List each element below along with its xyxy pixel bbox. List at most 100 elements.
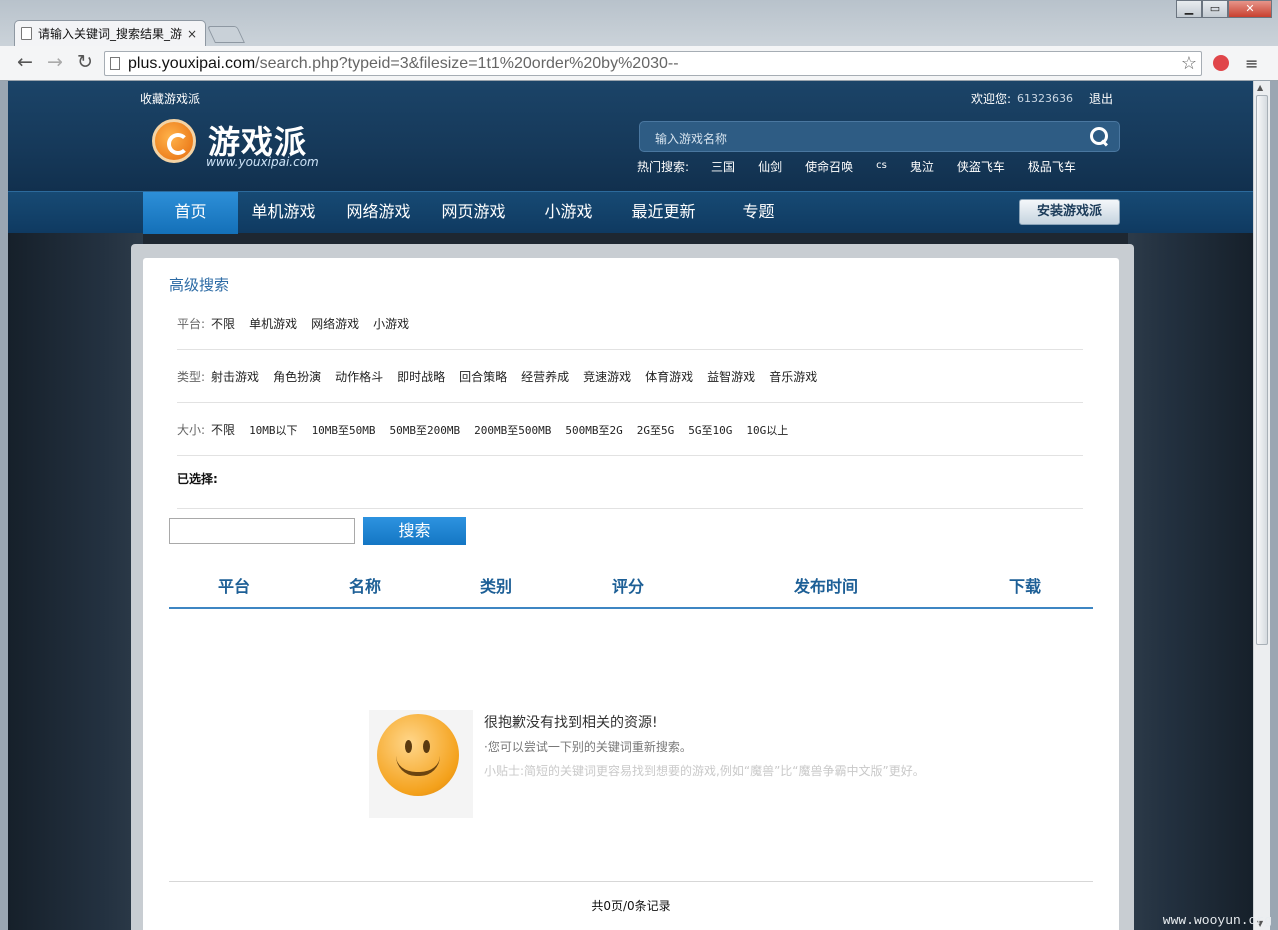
column-header-release-date: 发布时间 xyxy=(794,577,859,596)
logo-icon[interactable] xyxy=(152,119,196,163)
nav-item-mini-games[interactable]: 小游戏 xyxy=(521,192,616,234)
address-bar[interactable]: plus.youxipai.com/search.php?typeid=3&fi… xyxy=(104,51,1202,76)
browser-chrome: 请输入关键词_搜索结果_游 × ▁ ▭ ✕ ← → ↻ plus.youxipa… xyxy=(0,0,1278,81)
search-button[interactable]: 搜索 xyxy=(363,517,466,545)
extension-icon[interactable] xyxy=(1213,55,1229,71)
new-tab-button[interactable] xyxy=(207,26,245,43)
filter-option[interactable]: 单机游戏 xyxy=(249,315,297,332)
watermark: www.wooyun.org xyxy=(1162,913,1272,928)
main-nav: 首页 单机游戏 网络游戏 网页游戏 小游戏 最近更新 专题 安装游戏派 xyxy=(8,191,1253,234)
nav-item-web-games[interactable]: 网页游戏 xyxy=(426,192,521,234)
browser-toolbar: ← → ↻ plus.youxipai.com/search.php?typei… xyxy=(0,46,1278,80)
filter-option[interactable]: 小游戏 xyxy=(373,315,409,332)
site-header: 收藏游戏派 欢迎您: 61323636 退出 游戏派 www.youxipai.… xyxy=(8,81,1253,191)
bookmark-star-icon[interactable]: ☆ xyxy=(1181,53,1197,74)
filter-option[interactable]: 角色扮演 xyxy=(273,368,321,385)
reload-icon[interactable]: ↻ xyxy=(74,53,96,72)
install-button[interactable]: 安装游戏派 xyxy=(1019,199,1120,225)
divider xyxy=(177,402,1083,403)
browser-tab[interactable]: 请输入关键词_搜索结果_游 × xyxy=(14,20,206,46)
web-page: 收藏游戏派 欢迎您: 61323636 退出 游戏派 www.youxipai.… xyxy=(8,81,1253,930)
search-placeholder: 输入游戏名称 xyxy=(655,132,728,146)
user-welcome: 欢迎您: 61323636 退出 xyxy=(971,90,1113,107)
search-icon[interactable] xyxy=(1090,127,1108,145)
filter-option[interactable]: 10MB以下 xyxy=(249,422,298,438)
forward-icon[interactable]: → xyxy=(44,53,66,72)
filter-option[interactable]: 即时战略 xyxy=(397,368,445,385)
user-id[interactable]: 61323636 xyxy=(1017,92,1073,105)
back-icon[interactable]: ← xyxy=(14,53,36,72)
window-frame-left xyxy=(0,81,8,930)
nav-item-topics[interactable]: 专题 xyxy=(711,192,806,234)
filter-option[interactable]: 不限 xyxy=(211,421,235,438)
filter-option[interactable]: 益智游戏 xyxy=(707,368,755,385)
filter-option[interactable]: 200MB至500MB xyxy=(474,422,551,438)
window-frame-right xyxy=(1270,81,1278,930)
filter-option[interactable]: 50MB至200MB xyxy=(390,422,461,438)
vertical-scrollbar[interactable]: ▲ ▼ xyxy=(1253,81,1270,930)
logout-link[interactable]: 退出 xyxy=(1089,90,1113,107)
nav-item-recent[interactable]: 最近更新 xyxy=(616,192,711,234)
divider xyxy=(177,508,1083,509)
url-path: /search.php?typeid=3&filesize=1t1%20orde… xyxy=(255,54,679,72)
filter-option[interactable]: 音乐游戏 xyxy=(769,368,817,385)
welcome-label: 欢迎您: xyxy=(970,92,1011,106)
scrollbar-thumb[interactable] xyxy=(1256,95,1268,645)
hot-search-item[interactable]: 仙剑 xyxy=(758,158,782,175)
filter-label: 平台: xyxy=(177,317,206,331)
no-results-tip: 小贴士:简短的关键词更容易找到想要的游戏,例如“魔兽”比“魔兽争霸中文版”更好。 xyxy=(484,764,925,778)
background-decoration xyxy=(8,233,143,930)
hot-search-item[interactable]: cs xyxy=(876,158,887,175)
nav-item-online-games[interactable]: 网络游戏 xyxy=(331,192,426,234)
hot-search-item[interactable]: 鬼泣 xyxy=(910,158,934,175)
hot-search-item[interactable]: 使命召唤 xyxy=(805,158,853,175)
platform-filter: 平台: 不限 单机游戏 网络游戏 小游戏 xyxy=(177,315,1083,332)
maximize-button[interactable]: ▭ xyxy=(1202,0,1228,18)
search-panel: 高级搜索 平台: 不限 单机游戏 网络游戏 小游戏 类型: 射击游戏 角色扮演 … xyxy=(143,258,1119,930)
filter-option[interactable]: 体育游戏 xyxy=(645,368,693,385)
hot-searches: 热门搜索: 三国 仙剑 使命召唤 cs 鬼泣 侠盗飞车 极品飞车 xyxy=(637,158,1099,175)
page-icon xyxy=(110,57,120,70)
hot-search-item[interactable]: 三国 xyxy=(711,158,735,175)
close-tab-icon[interactable]: × xyxy=(187,27,197,41)
filter-option[interactable]: 回合策略 xyxy=(459,368,507,385)
scroll-up-icon[interactable]: ▲ xyxy=(1257,83,1263,92)
column-header-platform: 平台 xyxy=(218,577,251,596)
advanced-search-title: 高级搜索 xyxy=(169,276,230,294)
column-header-rating: 评分 xyxy=(612,577,645,596)
hot-search-item[interactable]: 极品飞车 xyxy=(1028,158,1076,175)
column-header-category: 类别 xyxy=(480,577,513,596)
filter-option[interactable]: 网络游戏 xyxy=(311,315,359,332)
filter-label: 类型: xyxy=(177,370,206,384)
tab-title: 请输入关键词_搜索结果_游 xyxy=(38,27,183,41)
hot-search-label: 热门搜索: xyxy=(637,160,690,174)
menu-icon[interactable]: ≡ xyxy=(1245,54,1258,73)
nav-item-home[interactable]: 首页 xyxy=(143,192,238,234)
no-results-title: 很抱歉没有找到相关的资源! xyxy=(484,715,658,731)
filter-label: 大小: xyxy=(177,423,206,437)
filter-option[interactable]: 动作格斗 xyxy=(335,368,383,385)
filter-option[interactable]: 不限 xyxy=(211,315,235,332)
nav-item-single-games[interactable]: 单机游戏 xyxy=(236,192,331,234)
logo-domain: www.youxipai.com xyxy=(206,155,319,169)
filter-option[interactable]: 竞速游戏 xyxy=(583,368,631,385)
filter-option[interactable]: 5G至10G xyxy=(688,422,732,438)
filter-option[interactable]: 经营养成 xyxy=(521,368,569,385)
filter-option[interactable]: 射击游戏 xyxy=(211,368,259,385)
url-host: plus.youxipai.com xyxy=(128,54,256,72)
page-icon xyxy=(21,27,32,40)
filter-option[interactable]: 2G至5G xyxy=(637,422,675,438)
hot-search-item[interactable]: 侠盗飞车 xyxy=(957,158,1005,175)
filter-option[interactable]: 500MB至2G xyxy=(565,422,622,438)
close-window-button[interactable]: ✕ xyxy=(1228,0,1272,18)
divider xyxy=(177,349,1083,350)
minimize-button[interactable]: ▁ xyxy=(1176,0,1202,18)
keyword-input[interactable] xyxy=(169,518,355,544)
background-decoration xyxy=(1128,233,1253,930)
pagination-summary: 共0页/0条记录 xyxy=(591,899,671,913)
favorite-link[interactable]: 收藏游戏派 xyxy=(140,90,200,107)
filter-option[interactable]: 10MB至50MB xyxy=(312,422,376,438)
results-table-header: 平台 名称 类别 评分 发布时间 下载 xyxy=(169,568,1093,609)
site-search-input[interactable]: 输入游戏名称 xyxy=(639,121,1120,152)
filter-option[interactable]: 10G以上 xyxy=(746,422,788,438)
